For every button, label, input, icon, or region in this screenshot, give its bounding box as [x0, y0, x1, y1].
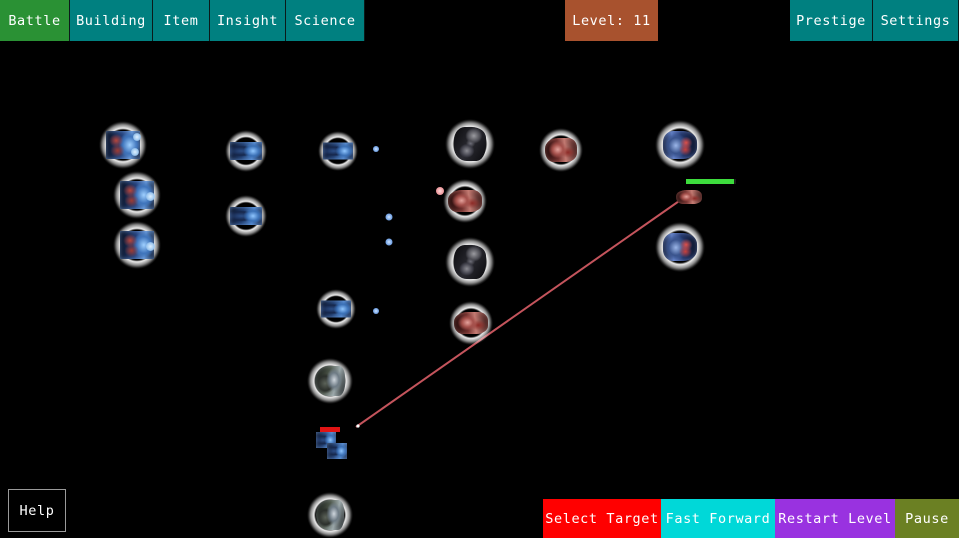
- top-navigation-bar: Battle Building Item Insight Science Prestige…: [0, 0, 959, 41]
- enemy-fighter-3[interactable]: [539, 128, 583, 172]
- friendly-capital-3-engine-1: [145, 241, 155, 251]
- select-target-button[interactable]: Select Target: [543, 499, 661, 538]
- projectile-blue-2: [385, 213, 393, 221]
- tab-item[interactable]: Item: [153, 0, 210, 41]
- enemy-shooter-health: [686, 179, 736, 184]
- friendly-frigate-2[interactable]: [316, 289, 356, 329]
- enemy-asteroid-1[interactable]: [445, 119, 495, 169]
- enemy-asteroid-2[interactable]: [445, 237, 495, 287]
- friendly-capital-2-engine-1: [145, 191, 155, 201]
- friendly-capital-3[interactable]: [113, 221, 161, 269]
- projectile-blue-1: [373, 146, 379, 152]
- friendly-scout-2[interactable]: [307, 492, 353, 538]
- friendly-frigate-1[interactable]: [318, 131, 358, 171]
- laser-layer: [355, 191, 693, 428]
- friendly-damaged-health-fill: [320, 427, 340, 432]
- friendly-frigate-1-sprite: [323, 142, 353, 160]
- friendly-cruiser-2-sprite: [230, 207, 262, 225]
- projectile-blue-3: [385, 238, 393, 246]
- friendly-damaged-2-sprite: [327, 443, 347, 459]
- tab-battle[interactable]: Battle: [0, 0, 70, 41]
- game-window: Battle Building Item Insight Science Prestige…: [0, 0, 959, 538]
- friendly-scout-1-sprite: [315, 366, 345, 396]
- enemy-fighter-3-sprite: [545, 138, 577, 162]
- friendly-scout-1[interactable]: [307, 358, 353, 404]
- enemy-fighter-2[interactable]: [449, 301, 493, 345]
- friendly-frigate-2-sprite: [321, 300, 351, 318]
- friendly-capital-2[interactable]: [113, 171, 161, 219]
- tab-science[interactable]: Science: [286, 0, 365, 41]
- restart-level-button[interactable]: Restart Level: [775, 499, 895, 538]
- tab-insight[interactable]: Insight: [210, 0, 286, 41]
- enemy-asteroid-1-sprite: [454, 127, 486, 161]
- level-badge: Level: 11: [565, 0, 658, 41]
- friendly-capital-1[interactable]: [99, 121, 147, 169]
- battlefield[interactable]: [0, 41, 959, 538]
- tab-prestige[interactable]: Prestige: [790, 0, 873, 41]
- enemy-flagship-1[interactable]: [655, 120, 705, 170]
- fast-forward-button[interactable]: Fast Forward: [661, 499, 775, 538]
- laser-impact-spark: [356, 424, 360, 428]
- enemy-fighter-1[interactable]: [443, 179, 487, 223]
- help-button[interactable]: Help: [8, 489, 66, 532]
- enemy-flagship-2[interactable]: [655, 222, 705, 272]
- tab-settings[interactable]: Settings: [873, 0, 959, 41]
- enemy-fighter-1-sprite: [448, 190, 482, 212]
- enemy-shooter[interactable]: [676, 190, 702, 204]
- enemy-asteroid-2-sprite: [454, 245, 486, 279]
- friendly-capital-1-engine-2: [131, 148, 139, 156]
- friendly-damaged-health: [320, 427, 340, 432]
- friendly-damaged-2[interactable]: [327, 443, 347, 459]
- enemy-shooter-sprite: [676, 190, 702, 204]
- pause-button[interactable]: Pause: [895, 499, 959, 538]
- friendly-cruiser-1-sprite: [230, 142, 262, 160]
- friendly-capital-1-engine-1: [133, 133, 141, 141]
- enemy-shooter-health-fill: [686, 179, 734, 184]
- enemy-laser-beam: [355, 191, 693, 428]
- projectile-blue-4: [373, 308, 379, 314]
- tab-building[interactable]: Building: [70, 0, 153, 41]
- projectile-pink-1: [436, 187, 444, 195]
- enemy-flagship-2-sprite: [663, 233, 697, 261]
- friendly-scout-2-sprite: [316, 500, 344, 530]
- enemy-flagship-1-sprite: [663, 131, 697, 159]
- enemy-fighter-2-sprite: [454, 312, 488, 334]
- friendly-cruiser-2[interactable]: [225, 195, 267, 237]
- friendly-cruiser-1[interactable]: [225, 130, 267, 172]
